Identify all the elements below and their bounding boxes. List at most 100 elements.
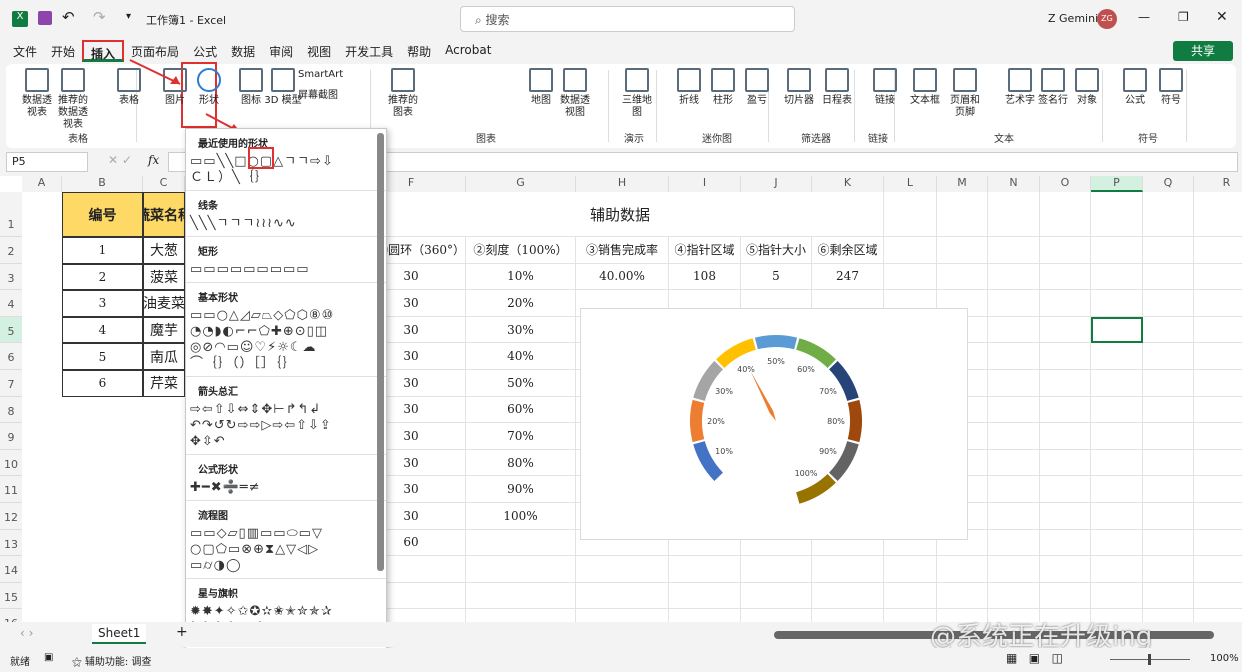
cell[interactable] — [988, 449, 1040, 477]
cell[interactable] — [1040, 290, 1091, 317]
cell[interactable] — [1194, 450, 1242, 477]
cell[interactable] — [1194, 290, 1242, 317]
cell[interactable] — [1143, 529, 1194, 557]
cell[interactable] — [466, 582, 576, 610]
cell[interactable]: 108 — [669, 263, 741, 291]
cell[interactable] — [937, 582, 988, 610]
gauge-chart[interactable]: 10% 20% 30% 40% 50% 60% 70% 80% 90% 100% — [580, 308, 968, 540]
cell[interactable] — [988, 503, 1040, 530]
column-header-Q[interactable]: Q — [1143, 176, 1194, 192]
cell[interactable] — [1040, 582, 1091, 610]
shape-gallery[interactable]: ▭▭○△◿▱⏢◇⬠⬡⑧⑩ ◔◔◗◐⌐⌐⬠✚⊕⊙▯◫ ◎⊘◠▭☺♡⚡☼☾☁ ⌒｛｝（）［… — [186, 306, 386, 377]
column-header-P[interactable]: P — [1091, 176, 1143, 192]
ribbon-button[interactable]: 对象 — [1068, 68, 1106, 107]
cell[interactable] — [884, 192, 937, 237]
cell[interactable] — [1143, 396, 1194, 424]
row-header-6[interactable]: 6 — [0, 343, 22, 370]
cell[interactable] — [988, 582, 1040, 610]
ribbon-button[interactable]: 页眉和页脚 — [946, 68, 984, 119]
row-header-11[interactable]: 11 — [0, 476, 22, 503]
shape-gallery[interactable]: ▭▭╲╲□○▢△ㄱㄱ⇨⇩ ＣＬ）╲｛｝ — [186, 152, 386, 191]
row-header-14[interactable]: 14 — [0, 556, 22, 583]
ribbon-button[interactable]: 文本框 — [906, 68, 944, 107]
cell[interactable] — [937, 556, 988, 583]
ribbon-button[interactable]: 地图 — [522, 68, 560, 107]
zoom-slider-thumb[interactable] — [1148, 654, 1151, 665]
column-header-I[interactable]: I — [669, 176, 741, 192]
cell[interactable] — [988, 556, 1040, 583]
selected-cell-P5[interactable] — [1091, 316, 1143, 343]
menu-tab-2[interactable]: 插入 — [82, 40, 125, 62]
cell[interactable] — [1040, 237, 1091, 264]
cell[interactable]: ④指针区域 — [669, 237, 741, 264]
cell[interactable] — [669, 582, 741, 610]
cell[interactable] — [466, 529, 576, 557]
cancel-icon[interactable]: ✕ ✓ — [108, 153, 132, 167]
column-header-C[interactable]: C — [143, 176, 185, 192]
cell[interactable] — [988, 290, 1040, 317]
avatar[interactable]: ZG — [1097, 9, 1117, 29]
cell[interactable]: 50% — [466, 370, 576, 397]
ribbon-button[interactable]: 切片器 — [780, 68, 818, 107]
menu-tab-3[interactable]: 页面布局 — [124, 40, 186, 62]
cell[interactable] — [1194, 264, 1242, 291]
cell[interactable] — [1091, 237, 1143, 264]
cell[interactable]: 3 — [62, 290, 143, 317]
cell[interactable] — [1091, 263, 1143, 291]
cell[interactable] — [884, 582, 937, 610]
menu-tab-5[interactable]: 数据 — [224, 40, 262, 62]
name-box[interactable]: P5 — [6, 152, 88, 172]
zoom-level[interactable]: 100% — [1210, 653, 1239, 664]
cell[interactable]: 油麦菜 — [143, 290, 185, 317]
cell[interactable] — [1040, 370, 1091, 397]
row-header-2[interactable]: 2 — [0, 237, 22, 264]
cell[interactable] — [1194, 476, 1242, 503]
cell[interactable] — [812, 582, 884, 610]
cell[interactable] — [741, 582, 812, 610]
cell[interactable] — [1040, 476, 1091, 503]
cell[interactable]: 10% — [466, 263, 576, 291]
cell[interactable] — [1091, 476, 1143, 503]
column-header-L[interactable]: L — [884, 176, 937, 192]
ribbon-button[interactable]: 盈亏 — [738, 68, 776, 107]
restore-icon[interactable]: ❐ — [1178, 10, 1189, 24]
screenshot-button[interactable]: 屏幕截图 — [298, 90, 338, 102]
cell[interactable] — [1194, 530, 1242, 557]
ribbon-button[interactable]: 推荐的数据透视表 — [54, 68, 92, 131]
cell[interactable] — [1091, 290, 1143, 317]
cell[interactable] — [1091, 396, 1143, 424]
cell[interactable] — [812, 609, 884, 622]
ribbon-button[interactable]: 形状 — [190, 68, 228, 107]
ribbon-button[interactable]: 日程表 — [818, 68, 856, 107]
cell[interactable] — [1040, 192, 1091, 237]
ribbon-button[interactable]: 符号 — [1152, 68, 1190, 107]
cell[interactable] — [1194, 503, 1242, 530]
ribbon-button[interactable]: 表格 — [110, 68, 148, 107]
minimize-icon[interactable]: — — [1138, 10, 1150, 24]
cell[interactable] — [1040, 423, 1091, 450]
cell[interactable] — [1040, 396, 1091, 424]
accessibility-status[interactable]: ⚝ 辅助功能: 调查 — [72, 653, 151, 668]
cell[interactable] — [1091, 529, 1143, 557]
cell[interactable] — [1091, 582, 1143, 610]
row-header-1[interactable]: 1 — [0, 192, 22, 237]
menu-tab-8[interactable]: 开发工具 — [338, 40, 400, 62]
cell[interactable] — [988, 316, 1040, 344]
cell[interactable] — [988, 396, 1040, 424]
cell[interactable]: 1 — [62, 237, 143, 264]
cell[interactable] — [988, 343, 1040, 370]
column-header-A[interactable]: A — [22, 176, 62, 192]
shape-gallery[interactable]: ▭▭▭▭▭▭▭▭▭ — [186, 260, 386, 283]
save-icon[interactable] — [38, 11, 52, 25]
cell[interactable] — [937, 192, 988, 237]
row-header-12[interactable]: 12 — [0, 503, 22, 530]
cell[interactable]: 90% — [466, 476, 576, 503]
cell[interactable] — [1040, 529, 1091, 557]
cell[interactable] — [1143, 503, 1194, 530]
cell[interactable] — [1143, 290, 1194, 317]
fx-icon[interactable]: fx — [148, 153, 159, 167]
cell[interactable] — [1194, 317, 1242, 344]
ribbon-button[interactable]: 柱形 — [704, 68, 742, 107]
cell[interactable] — [1143, 263, 1194, 291]
ribbon-button[interactable]: 推荐的图表 — [384, 68, 422, 119]
